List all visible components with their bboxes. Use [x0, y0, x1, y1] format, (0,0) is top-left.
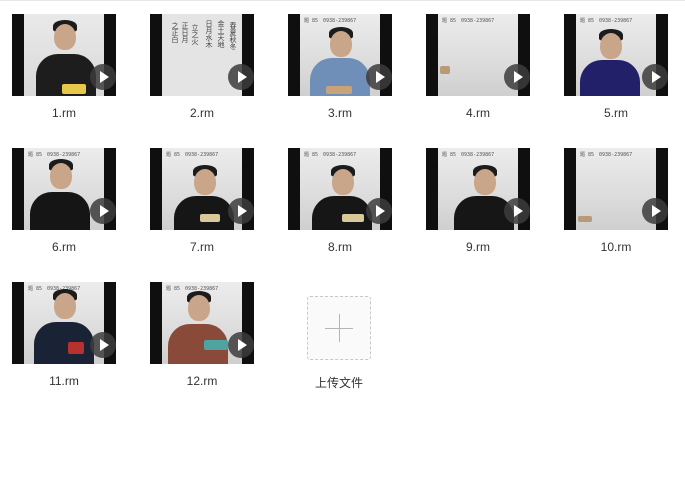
file-name-label: 6.rm [52, 240, 76, 254]
video-file-tile[interactable]: 1.rm [12, 0, 116, 120]
video-thumbnail: 题 85 0938-239867 [288, 14, 392, 96]
video-file-tile[interactable]: 题 85 0938-239867 10.rm [564, 134, 668, 254]
play-icon[interactable] [228, 198, 254, 224]
video-file-tile[interactable]: 题 85 0938-239867 11.rm [12, 268, 116, 388]
video-file-tile[interactable]: 题 85 0938-239867 7.rm [150, 134, 254, 254]
video-thumbnail: 题 85 0938-239867 [564, 14, 668, 96]
play-icon[interactable] [366, 64, 392, 90]
upload-file-tile[interactable]: 上传文件 [307, 296, 373, 391]
video-thumbnail: 题 85 0938-239867 [12, 282, 116, 364]
video-thumbnail: 之正白 正日月 立之火 日月水木 金土天地 春夏秋冬 [150, 14, 254, 96]
file-name-label: 8.rm [328, 240, 352, 254]
video-thumbnail: 题 85 0938-239867 [150, 282, 254, 364]
play-icon[interactable] [90, 64, 116, 90]
play-icon[interactable] [366, 198, 392, 224]
video-thumbnail: 题 85 0938-239867 [564, 148, 668, 230]
play-icon[interactable] [504, 198, 530, 224]
video-thumbnail: 题 85 0938-239867 [150, 148, 254, 230]
video-thumbnail: 题 85 0938-239867 [426, 148, 530, 230]
file-name-label: 5.rm [604, 106, 628, 120]
video-file-tile[interactable]: 题 85 0938-239867 12.rm [150, 268, 254, 388]
play-icon[interactable] [642, 198, 668, 224]
video-file-tile[interactable]: 题 85 0938-239867 8.rm [288, 134, 392, 254]
video-thumbnail: 题 85 0938-239867 [426, 14, 530, 96]
file-name-label: 11.rm [49, 374, 79, 388]
video-file-tile[interactable]: 之正白 正日月 立之火 日月水木 金土天地 春夏秋冬 2.rm [150, 0, 254, 120]
play-icon[interactable] [504, 64, 530, 90]
video-thumbnail [12, 14, 116, 96]
upload-button[interactable] [307, 296, 371, 360]
video-file-tile[interactable]: 题 85 0938-239867 5.rm [564, 0, 668, 120]
video-file-tile[interactable]: 题 85 0938-239867 9.rm [426, 134, 530, 254]
file-name-label: 9.rm [466, 240, 490, 254]
video-file-tile[interactable]: 题 85 0938-239867 3.rm [288, 0, 392, 120]
play-icon[interactable] [228, 64, 254, 90]
file-name-label: 3.rm [328, 106, 352, 120]
file-name-label: 1.rm [52, 106, 76, 120]
play-icon[interactable] [642, 64, 668, 90]
video-thumbnail: 题 85 0938-239867 [288, 148, 392, 230]
play-icon[interactable] [228, 332, 254, 358]
file-grid: 1.rm 之正白 正日月 立之火 日月水木 金土天地 春夏秋冬 2.rm 题 8… [0, 0, 685, 491]
file-name-label: 10.rm [600, 240, 632, 254]
video-thumbnail: 题 85 0938-239867 [12, 148, 116, 230]
video-file-tile[interactable]: 题 85 0938-239867 6.rm [12, 134, 116, 254]
video-file-tile[interactable]: 题 85 0938-239867 4.rm [426, 0, 530, 120]
file-name-label: 4.rm [466, 106, 490, 120]
file-name-label: 12.rm [186, 374, 218, 388]
file-name-label: 7.rm [190, 240, 214, 254]
play-icon[interactable] [90, 198, 116, 224]
file-name-label: 2.rm [190, 106, 214, 120]
play-icon[interactable] [90, 332, 116, 358]
upload-label: 上传文件 [314, 376, 363, 390]
